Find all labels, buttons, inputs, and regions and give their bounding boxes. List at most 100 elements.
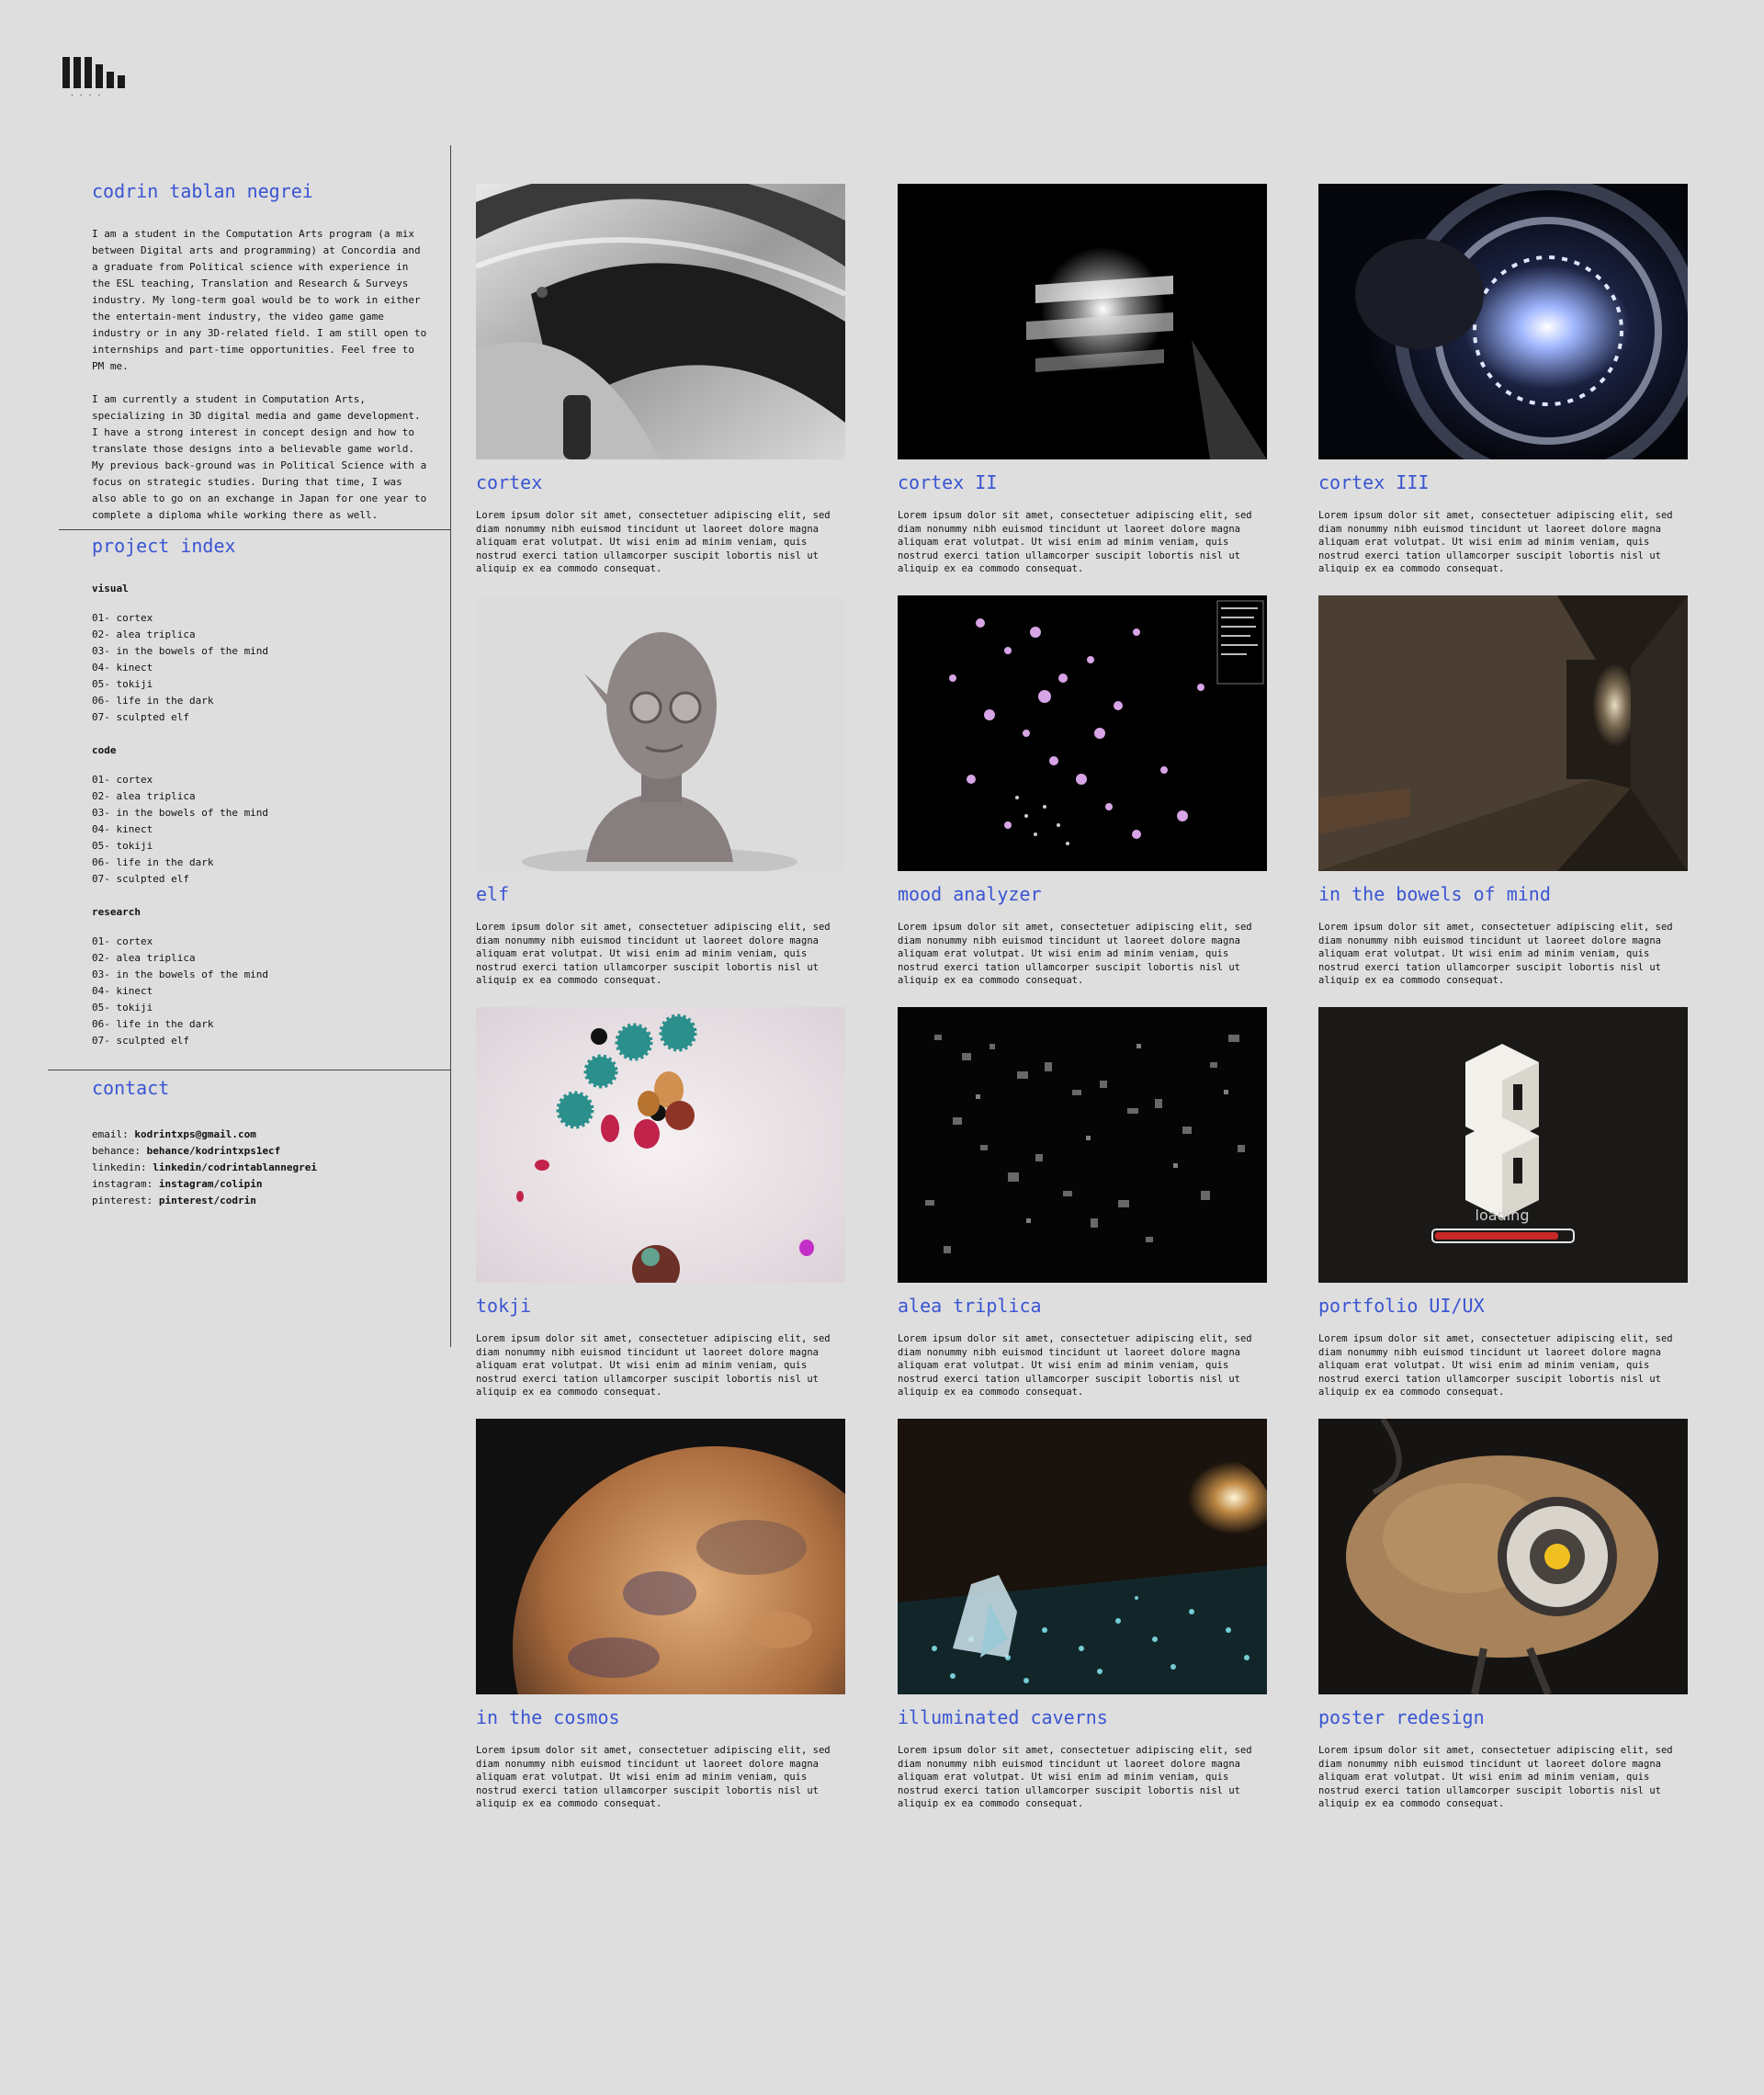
- project-card[interactable]: illuminated caverns Lorem ipsum dolor si…: [898, 1419, 1267, 1811]
- project-card[interactable]: cortex III Lorem ipsum dolor sit amet, c…: [1318, 184, 1688, 576]
- index-link[interactable]: 07- sculpted elf: [92, 871, 432, 888]
- pinterest-link[interactable]: pinterest/codrin: [159, 1195, 256, 1206]
- thumbnail-image: [476, 1007, 845, 1283]
- thumbnail-image: [1318, 595, 1688, 871]
- thumbnail-image: [476, 184, 845, 459]
- project-card[interactable]: alea triplica Lorem ipsum dolor sit amet…: [898, 1007, 1267, 1399]
- project-title[interactable]: in the cosmos: [476, 1705, 845, 1729]
- index-link[interactable]: 02- alea triplica: [92, 950, 432, 967]
- index-link[interactable]: 03- in the bowels of the mind: [92, 967, 432, 983]
- logo-bar: [107, 72, 114, 88]
- project-thumbnail[interactable]: [898, 595, 1267, 871]
- logo-bar: [62, 57, 70, 88]
- contact-heading: contact: [92, 1077, 170, 1099]
- index-link[interactable]: 04- kinect: [92, 821, 432, 838]
- project-description: Lorem ipsum dolor sit amet, consectetuer…: [898, 922, 1252, 986]
- logo-bar: [96, 64, 103, 88]
- index-link[interactable]: 07- sculpted elf: [92, 709, 432, 726]
- index-group-visual: visual 01- cortex 02- alea triplica 03- …: [92, 583, 432, 726]
- index-link[interactable]: 07- sculpted elf: [92, 1033, 432, 1049]
- contact-row: email: kodrintxps@gmail.com: [92, 1127, 317, 1143]
- project-thumbnail[interactable]: [476, 1007, 845, 1283]
- project-card[interactable]: cortex Lorem ipsum dolor sit amet, conse…: [476, 184, 845, 576]
- project-card[interactable]: tokji Lorem ipsum dolor sit amet, consec…: [476, 1007, 845, 1399]
- project-description: Lorem ipsum dolor sit amet, consectetuer…: [898, 1333, 1252, 1398]
- site-logo[interactable]: ····: [62, 57, 129, 99]
- project-thumbnail[interactable]: [898, 1007, 1267, 1283]
- contact-label: pinterest:: [92, 1195, 159, 1206]
- index-link[interactable]: 03- in the bowels of the mind: [92, 805, 432, 821]
- index-group-title: visual: [92, 583, 129, 595]
- index-link[interactable]: 01- cortex: [92, 772, 432, 788]
- index-group-code: code 01- cortex 02- alea triplica 03- in…: [92, 744, 432, 888]
- project-thumbnail[interactable]: [1318, 595, 1688, 871]
- project-title[interactable]: cortex II: [898, 470, 1267, 494]
- contact-label: email:: [92, 1128, 135, 1140]
- project-title[interactable]: cortex: [476, 470, 845, 494]
- index-link[interactable]: 06- life in the dark: [92, 693, 432, 709]
- thumbnail-image: [898, 1419, 1267, 1694]
- project-title[interactable]: poster redesign: [1318, 1705, 1688, 1729]
- thumbnail-image: [476, 595, 845, 871]
- thumbnail-image: [898, 184, 1267, 459]
- contact-label: behance:: [92, 1145, 147, 1157]
- index-link[interactable]: 02- alea triplica: [92, 627, 432, 643]
- index-link[interactable]: 01- cortex: [92, 610, 432, 627]
- logo-dots: ····: [70, 91, 107, 99]
- contact-list: email: kodrintxps@gmail.com behance: beh…: [92, 1127, 317, 1209]
- project-thumbnail[interactable]: [1318, 184, 1688, 459]
- project-title[interactable]: alea triplica: [898, 1294, 1267, 1318]
- project-title[interactable]: cortex III: [1318, 470, 1688, 494]
- bio: I am a student in the Computation Arts p…: [92, 226, 432, 540]
- project-description: Lorem ipsum dolor sit amet, consectetuer…: [1318, 510, 1673, 574]
- thumbnail-image: [476, 1419, 845, 1694]
- index-link[interactable]: 02- alea triplica: [92, 788, 432, 805]
- project-title[interactable]: in the bowels of mind: [1318, 882, 1688, 906]
- index-link[interactable]: 04- kinect: [92, 983, 432, 1000]
- project-thumbnail[interactable]: [1318, 1419, 1688, 1694]
- project-description: Lorem ipsum dolor sit amet, consectetuer…: [1318, 922, 1673, 986]
- behance-link[interactable]: behance/kodrintxps1ecf: [147, 1145, 281, 1157]
- loading-label: loading: [1476, 1206, 1530, 1224]
- index-link[interactable]: 06- life in the dark: [92, 1016, 432, 1033]
- linkedin-link[interactable]: linkedin/codrintablannegrei: [153, 1161, 317, 1173]
- sidebar-divider: [450, 145, 451, 1347]
- index-link[interactable]: 03- in the bowels of the mind: [92, 643, 432, 660]
- project-title[interactable]: portfolio UI/UX: [1318, 1294, 1688, 1318]
- project-title[interactable]: illuminated caverns: [898, 1705, 1267, 1729]
- project-thumbnail[interactable]: [476, 595, 845, 871]
- contact-row: pinterest: pinterest/codrin: [92, 1193, 317, 1209]
- project-title[interactable]: tokji: [476, 1294, 845, 1318]
- index-link[interactable]: 05- tokiji: [92, 1000, 432, 1016]
- instagram-link[interactable]: instagram/colipin: [159, 1178, 263, 1190]
- contact-row: instagram: instagram/colipin: [92, 1176, 317, 1193]
- project-card[interactable]: loading portfolio UI/UX Lorem ipsum dolo…: [1318, 1007, 1688, 1399]
- index-link[interactable]: 06- life in the dark: [92, 855, 432, 871]
- index-link[interactable]: 01- cortex: [92, 934, 432, 950]
- project-title[interactable]: mood analyzer: [898, 882, 1267, 906]
- thumbnail-image: [1318, 1419, 1688, 1694]
- project-card[interactable]: mood analyzer Lorem ipsum dolor sit amet…: [898, 595, 1267, 988]
- index-link[interactable]: 04- kinect: [92, 660, 432, 676]
- index-link[interactable]: 05- tokiji: [92, 676, 432, 693]
- logo-bar: [74, 57, 81, 88]
- contact-label: instagram:: [92, 1178, 159, 1190]
- index-link[interactable]: 05- tokiji: [92, 838, 432, 855]
- project-card[interactable]: in the bowels of mind Lorem ipsum dolor …: [1318, 595, 1688, 988]
- project-title[interactable]: elf: [476, 882, 845, 906]
- index-group-title: research: [92, 906, 141, 918]
- project-thumbnail[interactable]: [476, 1419, 845, 1694]
- project-card[interactable]: in the cosmos Lorem ipsum dolor sit amet…: [476, 1419, 845, 1811]
- project-card[interactable]: elf Lorem ipsum dolor sit amet, consecte…: [476, 595, 845, 988]
- project-description: Lorem ipsum dolor sit amet, consectetuer…: [476, 510, 831, 574]
- thumbnail-image: [1318, 184, 1688, 459]
- index-group-title: code: [92, 744, 117, 756]
- project-card[interactable]: cortex II Lorem ipsum dolor sit amet, co…: [898, 184, 1267, 576]
- project-card[interactable]: poster redesign Lorem ipsum dolor sit am…: [1318, 1419, 1688, 1811]
- email-link[interactable]: kodrintxps@gmail.com: [134, 1128, 255, 1140]
- project-thumbnail[interactable]: [898, 184, 1267, 459]
- project-description: Lorem ipsum dolor sit amet, consectetuer…: [898, 510, 1252, 574]
- project-thumbnail[interactable]: loading: [1318, 1007, 1688, 1283]
- project-thumbnail[interactable]: [898, 1419, 1267, 1694]
- project-thumbnail[interactable]: [476, 184, 845, 459]
